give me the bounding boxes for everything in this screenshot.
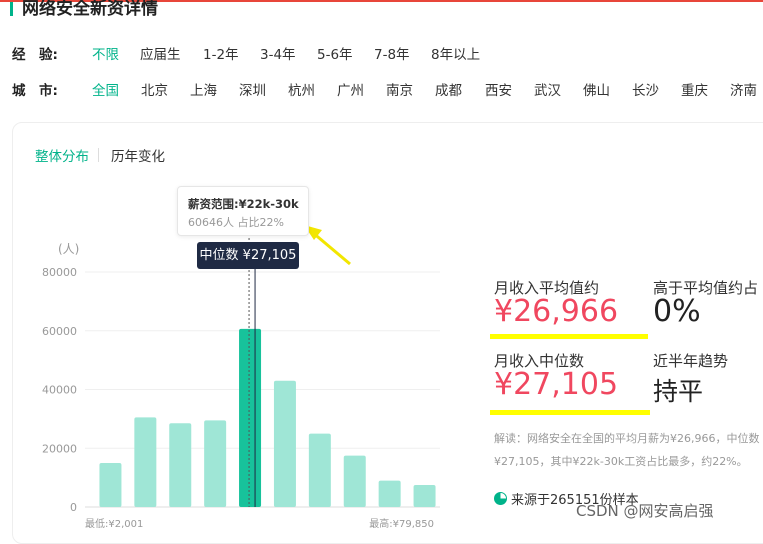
city-option-shanghai[interactable]: 上海 [190,79,217,99]
bar-0 [99,462,122,507]
watermark: CSDN @网安高启强 [576,502,714,520]
x-min-label: 最低:¥2,001 [85,517,143,530]
city-label: 城 市: [12,83,58,99]
bar-7 [343,455,366,507]
pie-chart-icon [494,492,507,505]
experience-option-any[interactable]: 不限 [92,43,119,63]
experience-option-3-4[interactable]: 3-4年 [260,43,296,63]
city-option-beijing[interactable]: 北京 [141,79,168,99]
avg-highlight-mark [490,334,648,339]
salary-explanation: 解读：网络安全在全国的平均月薪为¥26,966，中位数¥27,105，其中¥22… [494,432,760,468]
tab-yearly-change[interactable]: 历年变化 [111,145,165,165]
city-option-shenzhen[interactable]: 深圳 [239,79,266,99]
city-option-guangzhou[interactable]: 广州 [337,79,364,99]
trend-value: 持平 [653,377,704,406]
city-option-all[interactable]: 全国 [92,79,119,99]
tab-overall-distribution[interactable]: 整体分布 [35,145,89,165]
bar-2 [169,423,192,507]
y-tick-label: 20000 [42,442,77,455]
bar-3 [204,420,227,507]
y-tick-label: 80000 [42,266,77,279]
title-bar: 网络安全新资详情 [0,0,763,22]
city-option-chongqing[interactable]: 重庆 [681,79,708,99]
x-max-label: 最高:¥79,850 [369,517,434,530]
y-axis-unit: (人) [58,242,79,256]
tab-divider [98,148,99,162]
city-option-changsha[interactable]: 长沙 [632,79,659,99]
city-option-xian[interactable]: 西安 [485,79,512,99]
experience-label: 经 验: [12,47,58,63]
y-tick-label: 60000 [42,325,77,338]
bar-6 [308,433,331,507]
above-avg-value: 0% [653,294,701,329]
tooltip-detail: 60646人 占比22% [188,216,284,229]
tooltip-range: 薪资范围:¥22k-30k [188,197,299,211]
bar-1 [134,417,157,507]
median-salary-value: ¥27,105 [494,367,619,402]
experience-option-1-2[interactable]: 1-2年 [203,43,239,63]
y-tick-label: 40000 [42,384,77,397]
annotation-arrow-shaft [311,230,351,266]
city-option-hangzhou[interactable]: 杭州 [288,79,315,99]
y-tick-label: 0 [70,501,77,514]
experience-option-7-8[interactable]: 7-8年 [374,43,410,63]
chart-tooltip: 薪资范围:¥22k-30k 60646人 占比22% [177,186,309,236]
experience-option-graduate[interactable]: 应届生 [140,43,181,63]
city-option-foshan[interactable]: 佛山 [583,79,610,99]
experience-option-5-6[interactable]: 5-6年 [317,43,353,63]
city-option-jinan[interactable]: 济南 [730,79,757,99]
avg-salary-value: ¥26,966 [494,294,619,329]
bar-5 [273,380,296,507]
page-title: 网络安全新资详情 [22,0,158,19]
city-option-wuhan[interactable]: 武汉 [534,79,561,99]
median-marker-label: 中位数 ¥27,105 [197,242,299,269]
experience-option-8plus[interactable]: 8年以上 [431,43,480,63]
city-option-nanjing[interactable]: 南京 [386,79,413,99]
trend-label: 近半年趋势 [653,352,729,370]
bar-4 [239,328,262,507]
city-option-chengdu[interactable]: 成都 [435,79,462,99]
median-highlight-mark [490,410,650,415]
bar-8 [378,480,401,507]
bar-9 [413,484,436,507]
title-accent-bar [10,2,13,16]
